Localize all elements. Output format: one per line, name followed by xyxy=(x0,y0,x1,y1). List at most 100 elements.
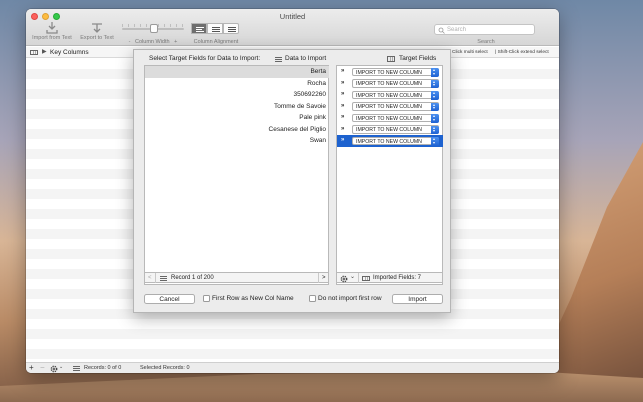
target-row[interactable]: » IMPORT TO NEW COLUMN xyxy=(337,66,443,78)
column-width-plus[interactable]: + xyxy=(174,39,177,45)
align-center-button[interactable] xyxy=(207,23,223,34)
updown-arrows-icon xyxy=(430,79,439,88)
target-field-select[interactable]: IMPORT TO NEW COLUMN xyxy=(352,79,439,88)
updown-arrows-icon xyxy=(430,91,439,100)
import-icon xyxy=(46,22,58,34)
target-footer: ⌄ Imported Fields: 7 xyxy=(336,272,443,283)
list-item[interactable]: Berta xyxy=(145,66,329,78)
records-count: Records: 0 of 0 xyxy=(84,365,122,371)
export-icon xyxy=(92,23,102,33)
column-alignment-label: Column Alignment xyxy=(193,39,239,45)
target-field-value: IMPORT TO NEW COLUMN xyxy=(356,92,422,99)
import-from-text-button[interactable]: Import from Text xyxy=(29,21,75,41)
target-field-value: IMPORT TO NEW COLUMN xyxy=(356,104,422,110)
first-row-col-name-checkbox[interactable] xyxy=(203,295,210,302)
updown-arrows-icon xyxy=(430,137,439,146)
data-to-import-list[interactable]: Berta Rocha 350692260 Tomme de Savoie Pa… xyxy=(144,65,329,285)
columns-icon xyxy=(362,275,370,281)
first-row-col-name-label: First Row as New Col Name xyxy=(212,295,294,302)
updown-arrows-icon xyxy=(430,102,439,111)
column-width-caption: - Column Width + xyxy=(122,39,184,45)
target-row[interactable]: » IMPORT TO NEW COLUMN xyxy=(337,78,443,90)
target-row[interactable]: » IMPORT TO NEW COLUMN xyxy=(337,112,443,124)
sheet-prompt: Select Target Fields for Data to Import: xyxy=(149,55,261,62)
arrow-icon: » xyxy=(341,125,345,132)
target-field-value: IMPORT TO NEW COLUMN xyxy=(356,81,422,87)
list-item[interactable]: Pale pink xyxy=(145,112,329,124)
chevron-down-icon[interactable]: ⌄ xyxy=(59,364,63,370)
search-icon xyxy=(438,27,445,34)
chevron-down-icon[interactable]: ⌄ xyxy=(350,272,355,282)
target-field-value: IMPORT TO NEW COLUMN xyxy=(356,115,422,122)
key-columns-label: Key Columns xyxy=(50,48,89,56)
export-label: Export to Text xyxy=(80,35,114,41)
search-placeholder: Search xyxy=(447,27,467,33)
target-field-select[interactable]: IMPORT TO NEW COLUMN xyxy=(352,136,439,146)
column-width-slider-knob[interactable] xyxy=(150,24,158,33)
remove-record-button[interactable]: − xyxy=(40,363,45,372)
target-field-select[interactable]: IMPORT TO NEW COLUMN xyxy=(352,102,439,111)
arrow-icon: » xyxy=(341,79,345,86)
window-title: Untitled xyxy=(279,12,306,21)
gear-icon[interactable] xyxy=(340,275,348,283)
list-item[interactable]: Swan xyxy=(145,135,329,147)
updown-arrows-icon xyxy=(430,68,439,77)
hint-multi-select: Click multi select xyxy=(452,49,488,55)
column-width-label: Column Width xyxy=(135,39,170,45)
target-field-select[interactable]: IMPORT TO NEW COLUMN xyxy=(352,67,439,77)
target-row[interactable]: » IMPORT TO NEW COLUMN xyxy=(337,101,443,113)
arrow-icon: » xyxy=(341,68,345,74)
list-item[interactable]: Rocha xyxy=(145,78,329,90)
align-right-button[interactable] xyxy=(223,23,239,34)
arrow-icon: » xyxy=(341,102,345,109)
status-bar: + − ⌄ Records: 0 of 0 Selected Records: … xyxy=(26,362,559,373)
target-field-select[interactable]: IMPORT TO NEW COLUMN xyxy=(352,113,439,123)
export-to-text-button[interactable]: Export to Text xyxy=(76,21,118,41)
record-navigator: < Record 1 of 200 > xyxy=(144,272,329,283)
column-width-minus[interactable]: - xyxy=(129,39,131,45)
target-fields-list[interactable]: » IMPORT TO NEW COLUMN » IMPORT TO NEW C… xyxy=(336,65,443,285)
list-icon xyxy=(160,276,167,281)
target-field-select[interactable]: IMPORT TO NEW COLUMN xyxy=(352,125,439,134)
import-sheet: Select Target Fields for Data to Import:… xyxy=(133,49,451,313)
columns-icon xyxy=(30,49,38,55)
add-record-button[interactable]: + xyxy=(29,363,34,372)
list-item[interactable]: Cesanese del Piglio xyxy=(145,124,329,136)
list-item[interactable]: Tomme de Savoie xyxy=(145,101,329,113)
prev-record-button[interactable]: < xyxy=(148,273,152,283)
next-record-button[interactable]: > xyxy=(322,273,326,283)
titlebar: Untitled Import from Text Export to Text… xyxy=(26,9,559,46)
align-left-button[interactable] xyxy=(191,23,207,34)
updown-arrows-icon xyxy=(430,125,439,134)
list-icon xyxy=(73,366,80,371)
no-first-row-label: Do not import first row xyxy=(318,295,382,302)
target-row[interactable]: » IMPORT TO NEW COLUMN xyxy=(337,135,443,147)
target-field-value: IMPORT TO NEW COLUMN xyxy=(356,127,422,133)
hint-extend-select: | Shift-Click extend select xyxy=(495,49,549,55)
arrow-icon: » xyxy=(341,91,345,97)
imported-fields-count: Imported Fields: 7 xyxy=(373,275,422,281)
arrow-icon: » xyxy=(341,137,345,143)
list-icon xyxy=(275,56,282,62)
updown-arrows-icon xyxy=(430,114,439,123)
import-button[interactable]: Import xyxy=(392,294,443,304)
cancel-button[interactable]: Cancel xyxy=(144,294,195,304)
gear-icon[interactable] xyxy=(50,365,58,373)
selected-records: Selected Records: 0 xyxy=(140,365,190,371)
disclosure-triangle-icon[interactable]: ▶ xyxy=(42,48,47,55)
target-fields-header: Target Fields xyxy=(399,55,437,62)
target-field-value: IMPORT TO NEW COLUMN xyxy=(356,69,422,76)
target-field-value: IMPORT TO NEW COLUMN xyxy=(356,138,422,145)
no-first-row-checkbox[interactable] xyxy=(309,295,316,302)
list-item[interactable]: 350692260 xyxy=(145,89,329,101)
search-label: Search xyxy=(477,39,495,45)
arrow-icon: » xyxy=(341,114,345,120)
search-input[interactable]: Search xyxy=(434,24,535,35)
target-row[interactable]: » IMPORT TO NEW COLUMN xyxy=(337,89,443,101)
data-to-import-header: Data to Import xyxy=(285,55,327,62)
columns-icon xyxy=(387,56,395,62)
record-label: Record 1 of 200 xyxy=(171,275,214,281)
target-row[interactable]: » IMPORT TO NEW COLUMN xyxy=(337,124,443,136)
target-field-select[interactable]: IMPORT TO NEW COLUMN xyxy=(352,90,439,100)
import-label: Import from Text xyxy=(32,35,72,41)
